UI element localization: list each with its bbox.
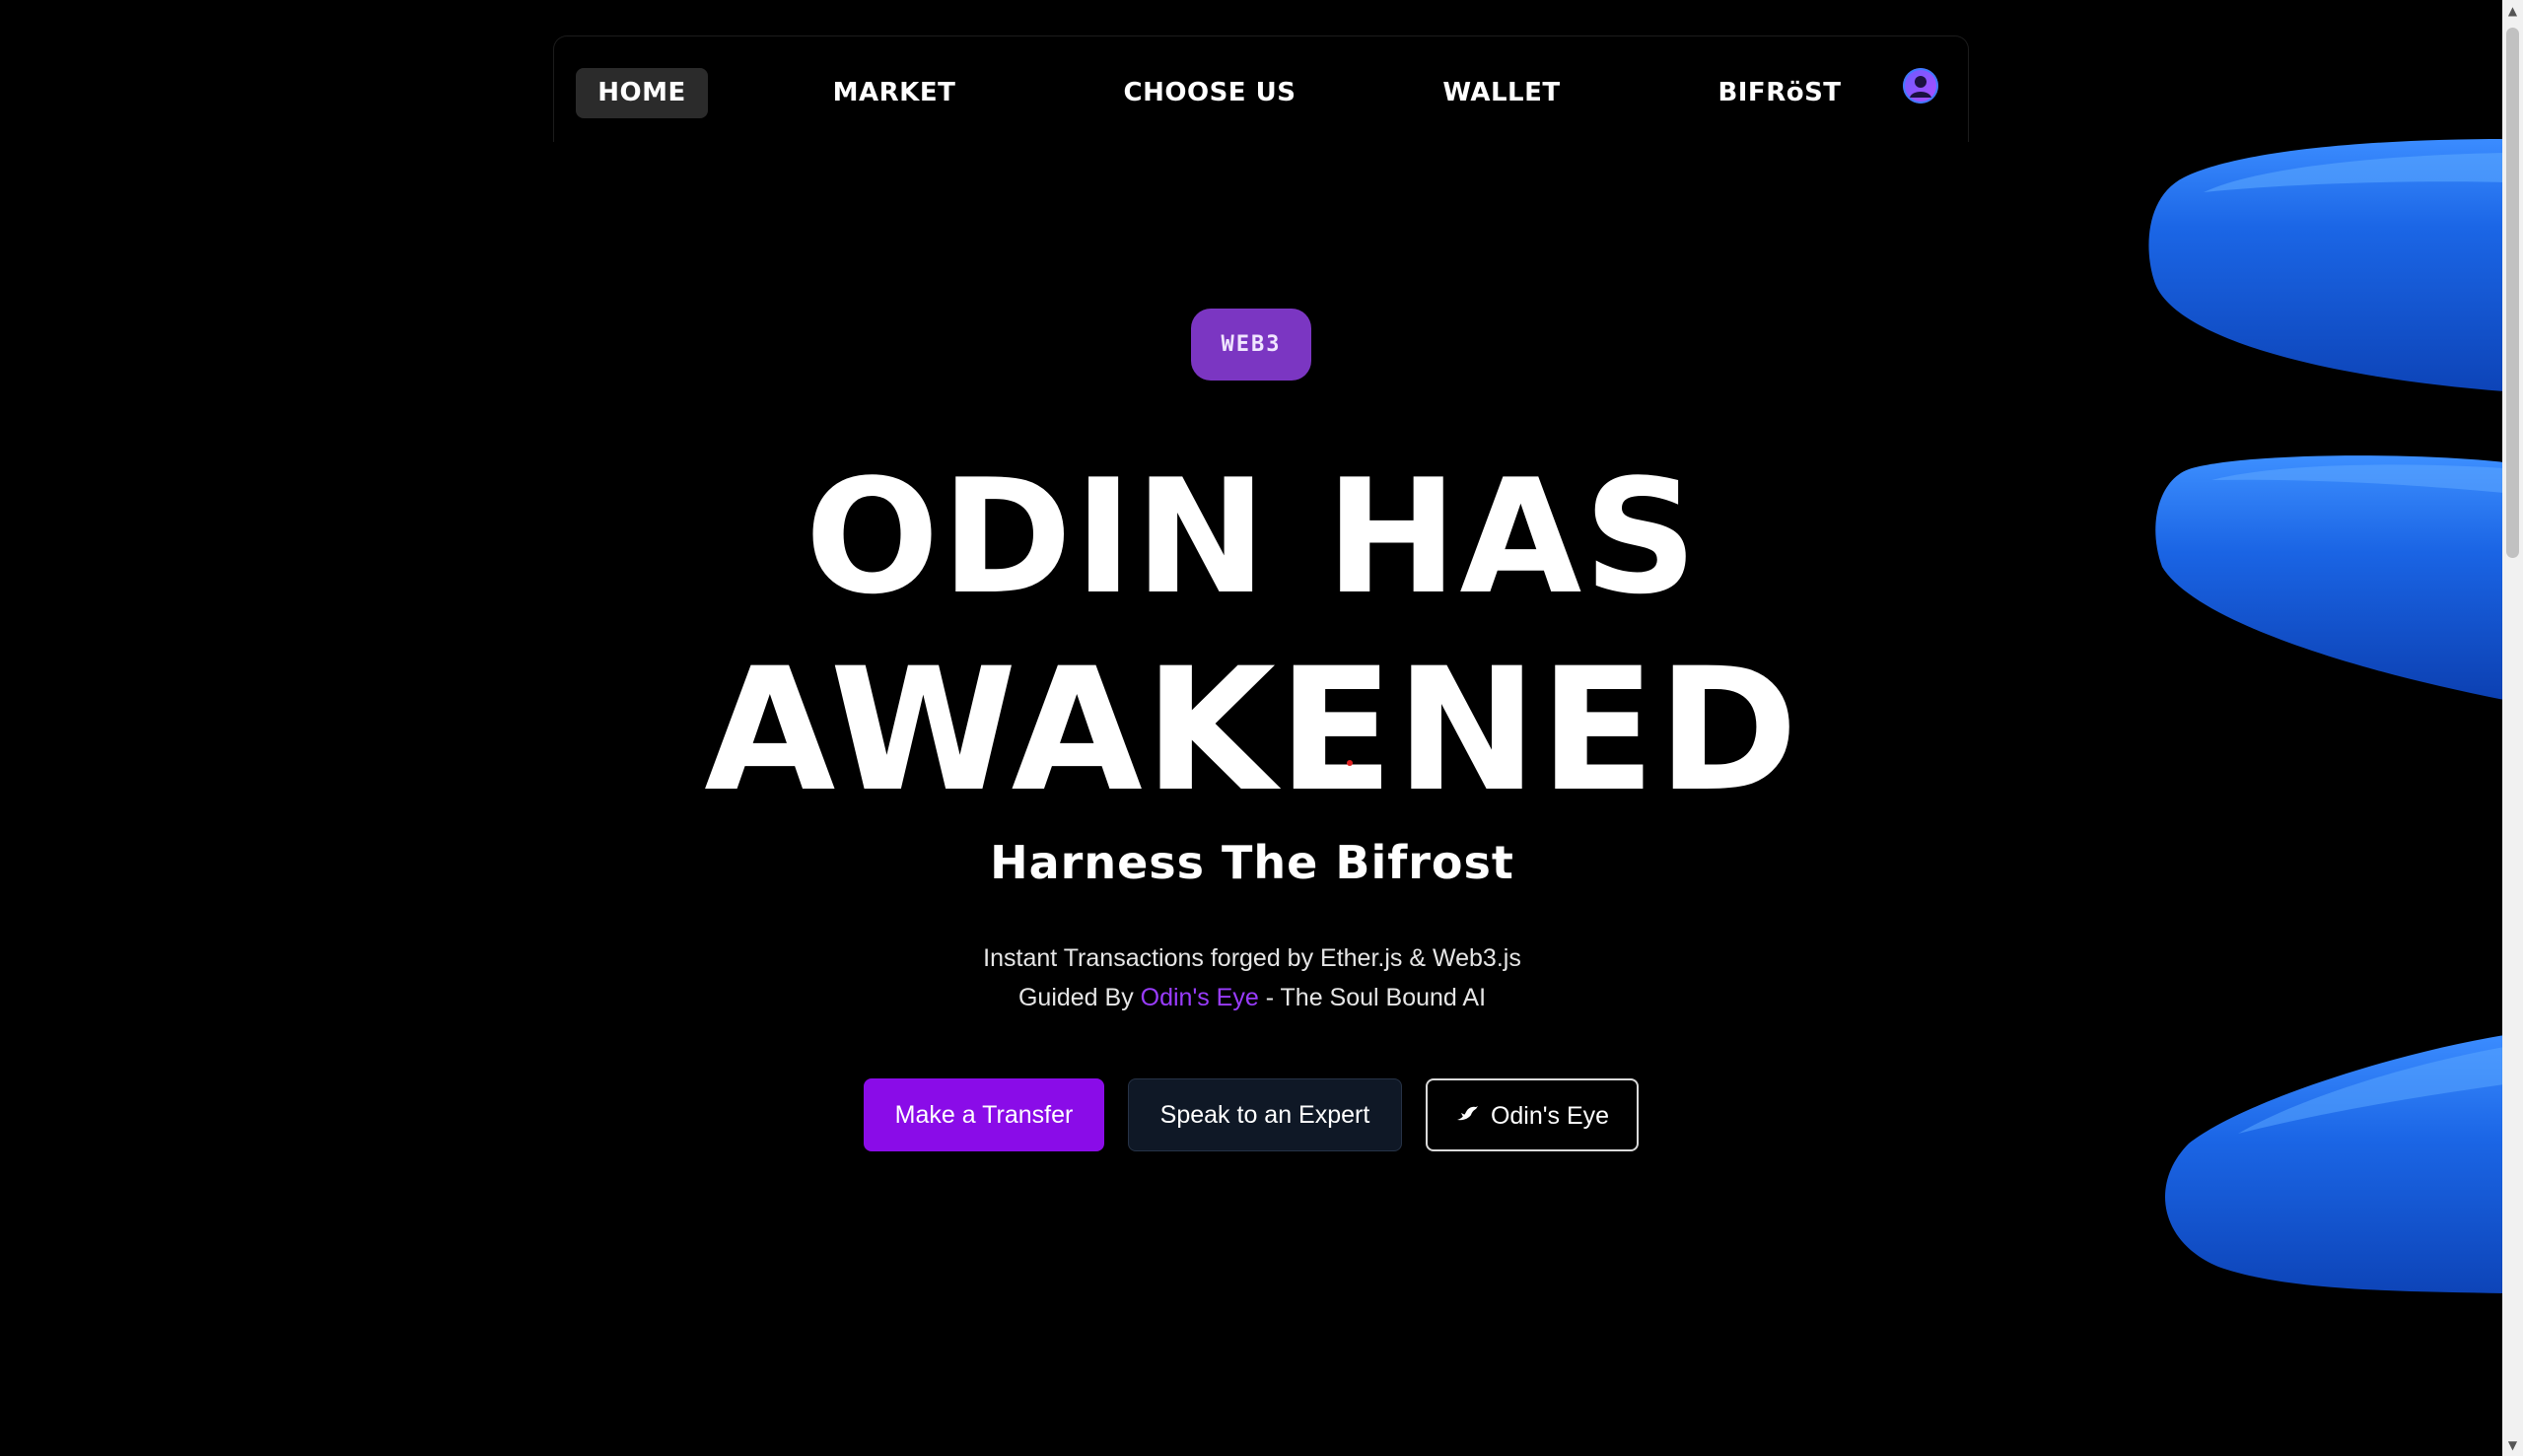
user-avatar-icon[interactable] (1903, 68, 1938, 104)
description-line-2: Guided By Odin's Eye - The Soul Bound AI (0, 984, 2504, 1012)
nav-item-market[interactable]: MARKET (820, 68, 968, 118)
make-transfer-button[interactable]: Make a Transfer (864, 1078, 1104, 1151)
blue-disc-top (2148, 139, 2504, 391)
nav-item-bifrost[interactable]: BIFRöST (1706, 68, 1854, 118)
headline-line-1: ODIN HAS (805, 445, 1700, 629)
vertical-scrollbar[interactable]: ▲ ▼ (2502, 0, 2523, 1456)
odins-eye-link[interactable]: Odin's Eye (1141, 984, 1259, 1011)
odins-eye-button-label: Odin's Eye (1490, 1102, 1610, 1130)
nav-item-choose-us[interactable]: CHOOSE US (1116, 68, 1303, 118)
odins-eye-button[interactable]: Odin's Eye (1426, 1078, 1639, 1151)
headline-line-2: AWAKENED (704, 631, 1800, 829)
subheadline: Harness The Bifrost (990, 836, 1514, 889)
nav-item-home[interactable]: HOME (576, 68, 708, 118)
blue-disc-bottom (2165, 1035, 2504, 1293)
description-line-1: Instant Transactions forged by Ether.js … (983, 944, 1521, 972)
raven-icon (1455, 1079, 1479, 1150)
mouse-cursor-dot (1347, 760, 1353, 766)
scrollbar-thumb[interactable] (2506, 28, 2519, 558)
speak-to-expert-button[interactable]: Speak to an Expert (1128, 1078, 1402, 1151)
scroll-down-icon[interactable]: ▼ (2502, 1434, 2523, 1456)
blue-disc-middle (2155, 455, 2504, 700)
top-navigation: HOME MARKET CHOOSE US WALLET BIFRöST (553, 35, 1969, 142)
description-suffix: - The Soul Bound AI (1258, 984, 1487, 1011)
page: HOME MARKET CHOOSE US WALLET BIFRöST WEB… (0, 0, 2523, 1456)
web3-badge: WEB3 (1191, 309, 1311, 381)
description-prefix: Guided By (1017, 984, 1141, 1011)
scroll-up-icon[interactable]: ▲ (2502, 0, 2523, 22)
nav-item-wallet[interactable]: WALLET (1428, 68, 1576, 118)
